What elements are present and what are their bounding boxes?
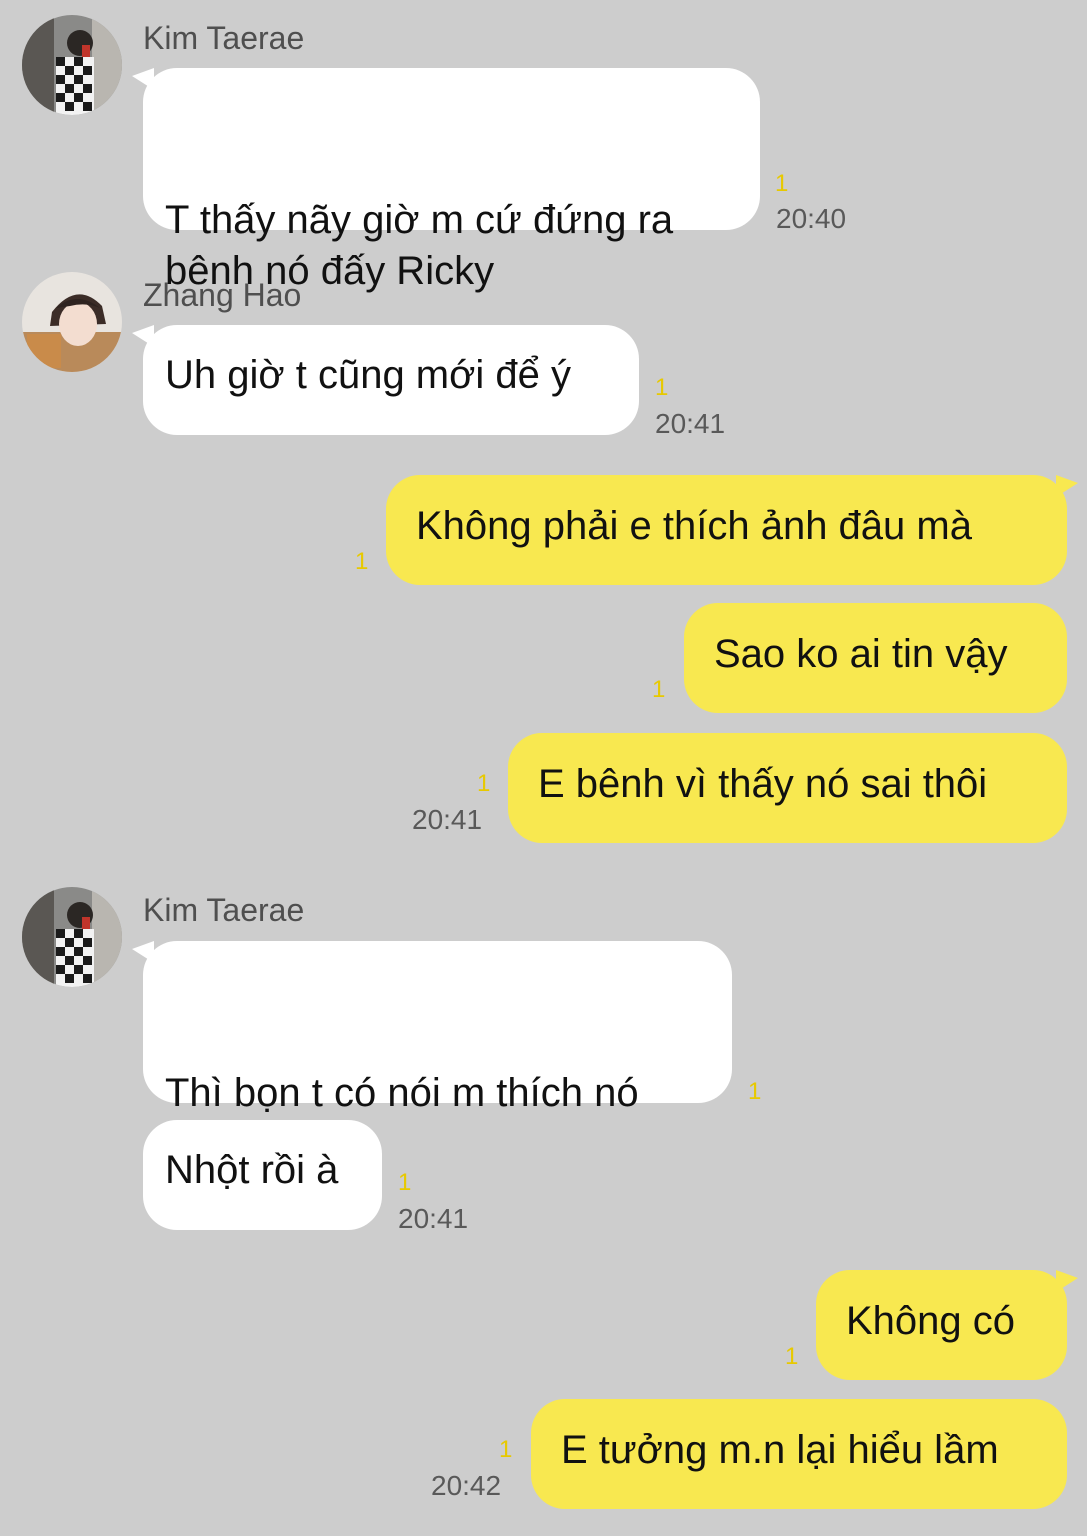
message-bubble-incoming[interactable]: Thì bọn t có nói m thích nó nữa đâu:)) [132, 941, 732, 1166]
message-time: 20:40 [776, 203, 847, 234]
message-bubble-incoming[interactable]: T thấy nãy giờ m cứ đứng ra bênh nó đấy … [132, 68, 760, 293]
sender-name: Kim Taerae [143, 892, 305, 928]
message-text: Uh giờ t cũng mới để ý [165, 353, 571, 397]
avatar-kim-taerae[interactable] [22, 15, 122, 115]
avatar-image [22, 15, 122, 115]
bubble-tail [1056, 1270, 1078, 1292]
message-text: Sao ko ai tin vậy [714, 632, 1008, 676]
message-bubble-outgoing[interactable]: Sao ko ai tin vậy [684, 603, 1067, 713]
avatar-image [22, 272, 122, 372]
message-bubble-outgoing[interactable]: E bênh vì thấy nó sai thôi [508, 733, 1067, 843]
message-time: 20:41 [412, 804, 483, 835]
avatar-image [22, 887, 122, 987]
message-bubble-outgoing[interactable]: E tưởng m.n lại hiểu lầm [531, 1399, 1067, 1509]
unread-count: 1 [748, 1078, 762, 1105]
bubble-tail [132, 941, 154, 963]
unread-count: 1 [499, 1436, 513, 1463]
message-text: Nhột rồi à [165, 1148, 339, 1192]
unread-count: 1 [477, 770, 491, 797]
sender-name: Kim Taerae [143, 20, 305, 56]
unread-count: 1 [398, 1169, 412, 1196]
message-time: 20:41 [655, 408, 726, 439]
message-bubble-outgoing[interactable]: Không phải e thích ảnh đâu mà [386, 475, 1078, 585]
bubble-tail [1056, 475, 1078, 497]
unread-count: 1 [355, 548, 369, 575]
message-time: 20:42 [431, 1470, 502, 1501]
message-bubble-outgoing[interactable]: Không có [816, 1270, 1078, 1380]
unread-count: 1 [775, 170, 789, 197]
unread-count: 1 [655, 374, 669, 401]
bubble-tail [132, 325, 154, 347]
message-text: Không phải e thích ảnh đâu mà [416, 504, 972, 548]
avatar-zhang-hao[interactable] [22, 272, 122, 372]
bubble-tail [132, 68, 154, 90]
message-time: 20:41 [398, 1203, 469, 1234]
message-bubble-incoming[interactable]: Uh giờ t cũng mới để ý [132, 325, 639, 435]
message-bubble-incoming[interactable]: Nhột rồi à [143, 1120, 382, 1230]
sender-name: Zhang Hao [143, 277, 302, 313]
unread-count: 1 [785, 1343, 799, 1370]
avatar-kim-taerae[interactable] [22, 887, 122, 987]
message-text: E tưởng m.n lại hiểu lầm [561, 1428, 999, 1472]
unread-count: 1 [652, 676, 666, 703]
message-text: Không có [846, 1299, 1016, 1343]
message-text: E bênh vì thấy nó sai thôi [538, 762, 988, 806]
